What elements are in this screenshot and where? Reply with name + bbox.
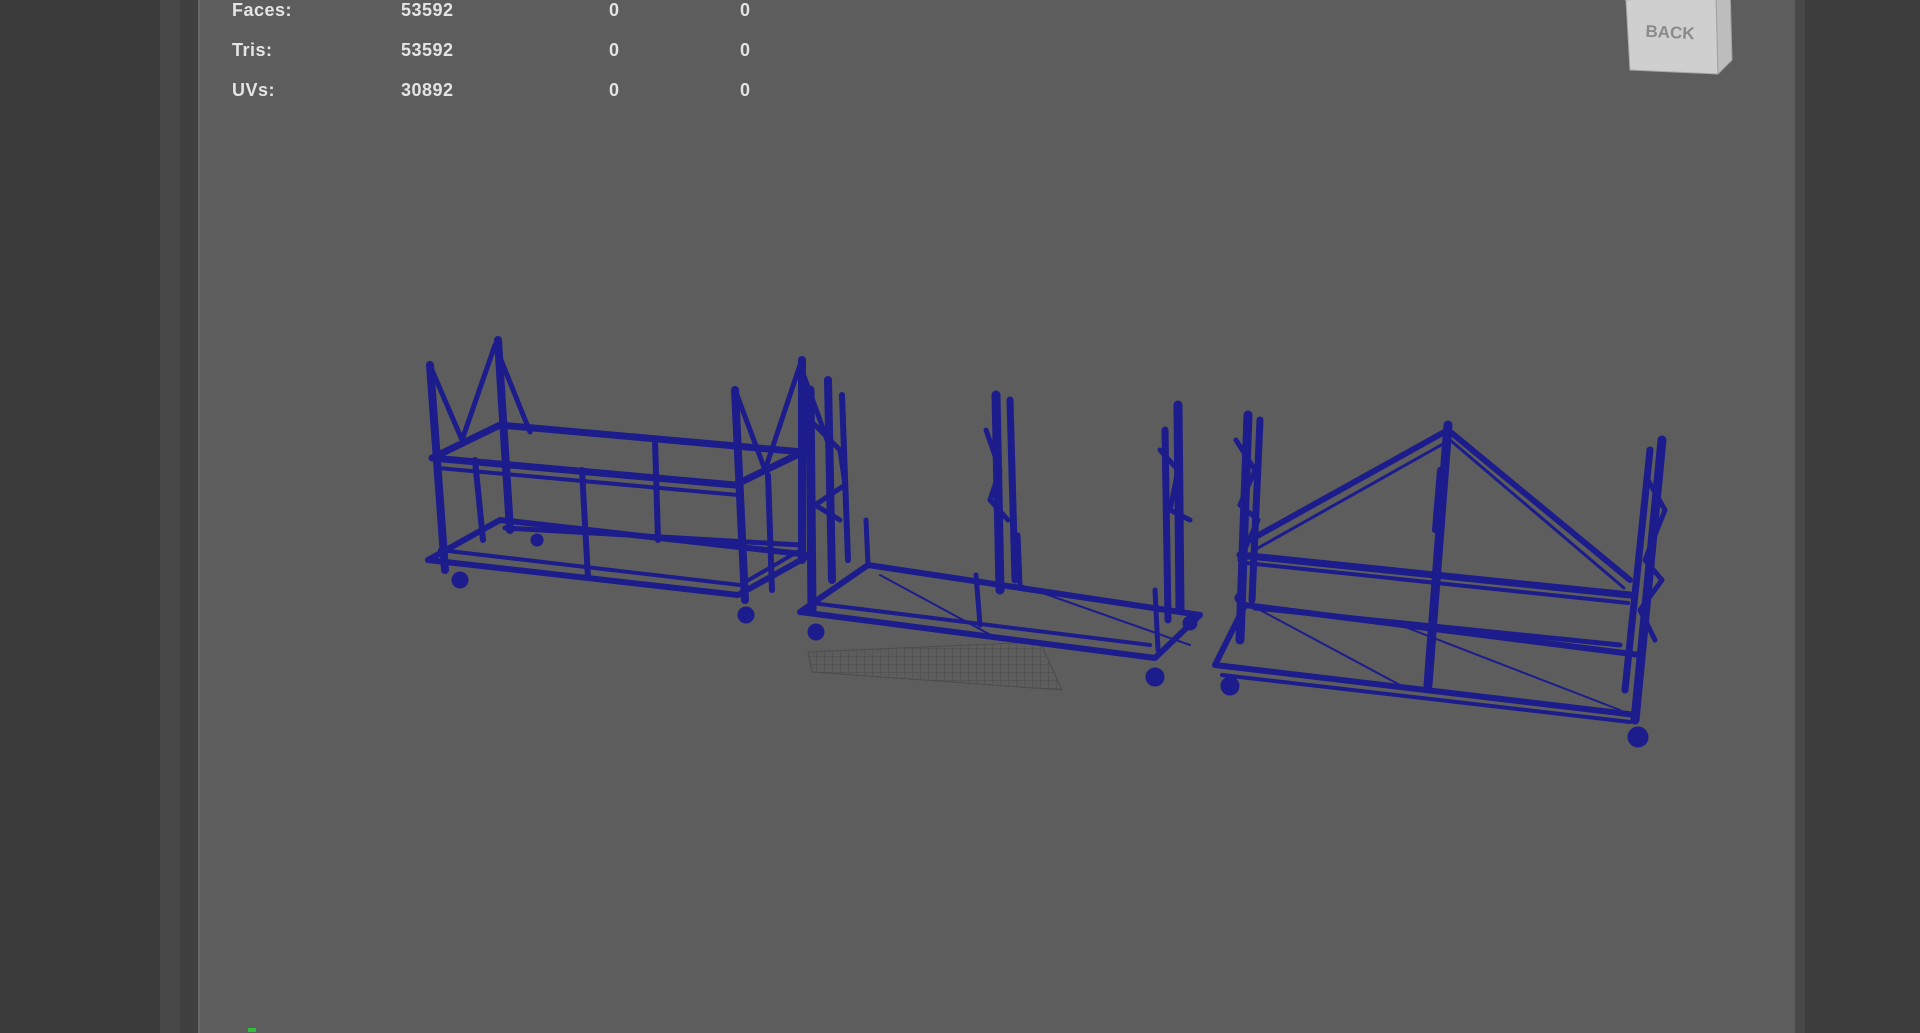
hud-value: 53592 <box>401 0 454 20</box>
hud-value: 0 <box>609 0 620 20</box>
view-cube-label: BACK <box>1645 22 1696 44</box>
hud-label: Tris: <box>232 40 273 60</box>
right-panel <box>1795 0 1920 1033</box>
hud-value: 0 <box>740 40 751 60</box>
hud-value: 30892 <box>401 80 454 100</box>
cart-3 <box>1212 410 1668 748</box>
view-cube-side-face <box>1715 0 1733 76</box>
hud-label: UVs: <box>232 80 276 100</box>
left-divider-inner <box>180 0 198 1033</box>
hud-value: 0 <box>609 80 620 100</box>
maya-window: Faces: 53592 0 0 Tris: 53592 0 0 UVs: 30… <box>0 0 1920 1033</box>
hud-value: 0 <box>609 40 620 60</box>
right-divider[interactable] <box>1795 0 1805 1033</box>
hud-value: 0 <box>740 0 751 20</box>
view-cube[interactable]: BACK <box>1618 0 1738 92</box>
hud-value: 53592 <box>401 40 454 60</box>
cart-1 <box>425 336 833 624</box>
perspective-viewport[interactable]: Faces: 53592 0 0 Tris: 53592 0 0 UVs: 30… <box>198 0 1795 1033</box>
left-divider[interactable] <box>160 0 180 1033</box>
hud-label: Faces: <box>232 0 293 20</box>
left-panel <box>0 0 160 1033</box>
cart-2 <box>797 376 1203 687</box>
wireframe-scene[interactable] <box>200 0 1797 1033</box>
ground-grid <box>807 641 1063 691</box>
hud-value: 0 <box>740 80 751 100</box>
axis-indicator-icon <box>248 1028 256 1032</box>
